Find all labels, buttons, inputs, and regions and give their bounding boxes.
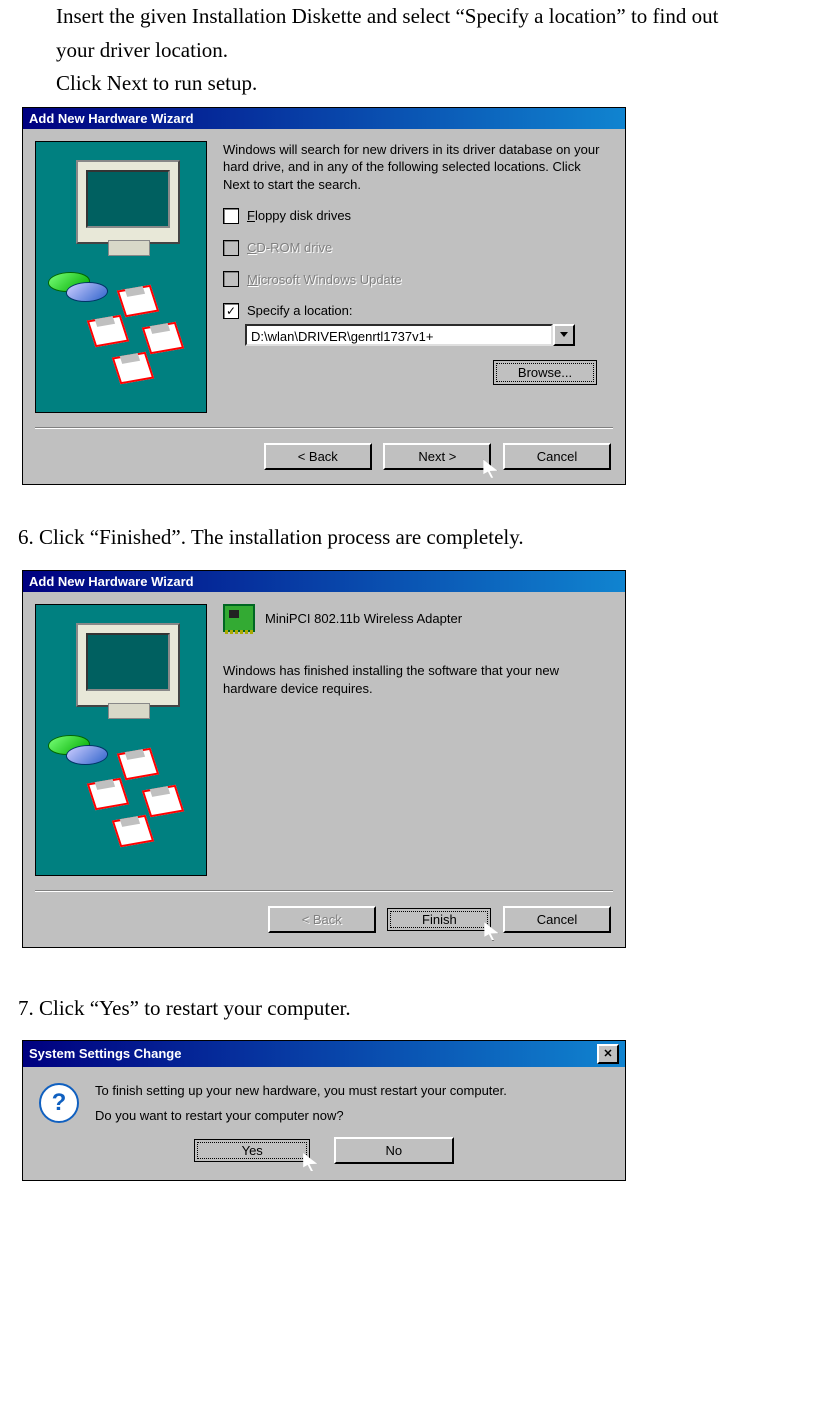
dialog2-message: Windows has finished installing the soft… [223,662,611,697]
step5-line2: your driver location. [10,34,826,68]
wizard-dialog-search: Add New Hardware Wizard Windows will sea… [22,107,626,485]
dialog2-title: Add New Hardware Wizard [29,574,194,589]
browse-button[interactable]: Browse... [493,360,597,386]
cancel-button[interactable]: Cancel [503,443,611,470]
finish-button[interactable]: Finish [387,908,491,931]
restart-line2: Do you want to restart your computer now… [95,1108,507,1123]
dialog3-title: System Settings Change [29,1046,181,1061]
adapter-icon [223,604,255,632]
back-button-disabled: < Back [268,906,376,933]
wizard-graphic-2 [35,604,207,876]
restart-line1: To finish setting up your new hardware, … [95,1083,507,1098]
step6-text: 6. Click “Finished”. The installation pr… [10,521,826,555]
yes-button[interactable]: Yes [194,1139,310,1162]
no-button[interactable]: No [334,1137,454,1164]
wizard-dialog-finished: Add New Hardware Wizard MiniPCI 802.11b … [22,570,626,948]
checkbox-msupdate [223,271,239,287]
close-button[interactable]: ✕ [597,1044,619,1064]
step5-text: 5.Insert the given Installation Diskette… [10,0,826,34]
next-button[interactable]: Next > [383,443,491,470]
step7-text: 7. Click “Yes” to restart your computer. [10,992,826,1026]
checkbox-floppy[interactable] [223,208,239,224]
back-button[interactable]: < Back [264,443,372,470]
label-cdrom: CD-ROM drive [247,239,332,257]
dialog2-titlebar: Add New Hardware Wizard [23,571,625,592]
checkbox-specify[interactable]: ✓ [223,303,239,319]
wizard-graphic [35,141,207,413]
separator-2 [35,890,613,892]
dialog1-titlebar: Add New Hardware Wizard [23,108,625,129]
label-floppy[interactable]: Floppy disk drives [247,207,351,225]
separator [35,427,613,429]
step5-line3: Click Next to run setup. [10,67,826,101]
step5-line1: Insert the given Installation Diskette a… [56,4,718,28]
chevron-down-icon [560,332,568,337]
device-name: MiniPCI 802.11b Wireless Adapter [265,610,462,628]
location-combobox[interactable]: D:\wlan\DRIVER\genrtl1737v1+ [245,324,575,346]
dialog1-intro: Windows will search for new drivers in i… [223,141,611,194]
location-dropdown-button[interactable] [553,324,575,346]
dialog3-titlebar: System Settings Change ✕ [23,1041,625,1067]
dialog1-title: Add New Hardware Wizard [29,111,194,126]
question-icon: ? [39,1083,79,1123]
cancel-button-2[interactable]: Cancel [503,906,611,933]
step5-num: 5. [18,0,56,34]
label-specify[interactable]: Specify a location: [247,302,353,320]
checkbox-cdrom [223,240,239,256]
label-msupdate: Microsoft Windows Update [247,271,402,289]
location-input[interactable]: D:\wlan\DRIVER\genrtl1737v1+ [245,324,553,346]
restart-messagebox: System Settings Change ✕ ? To finish set… [22,1040,626,1181]
